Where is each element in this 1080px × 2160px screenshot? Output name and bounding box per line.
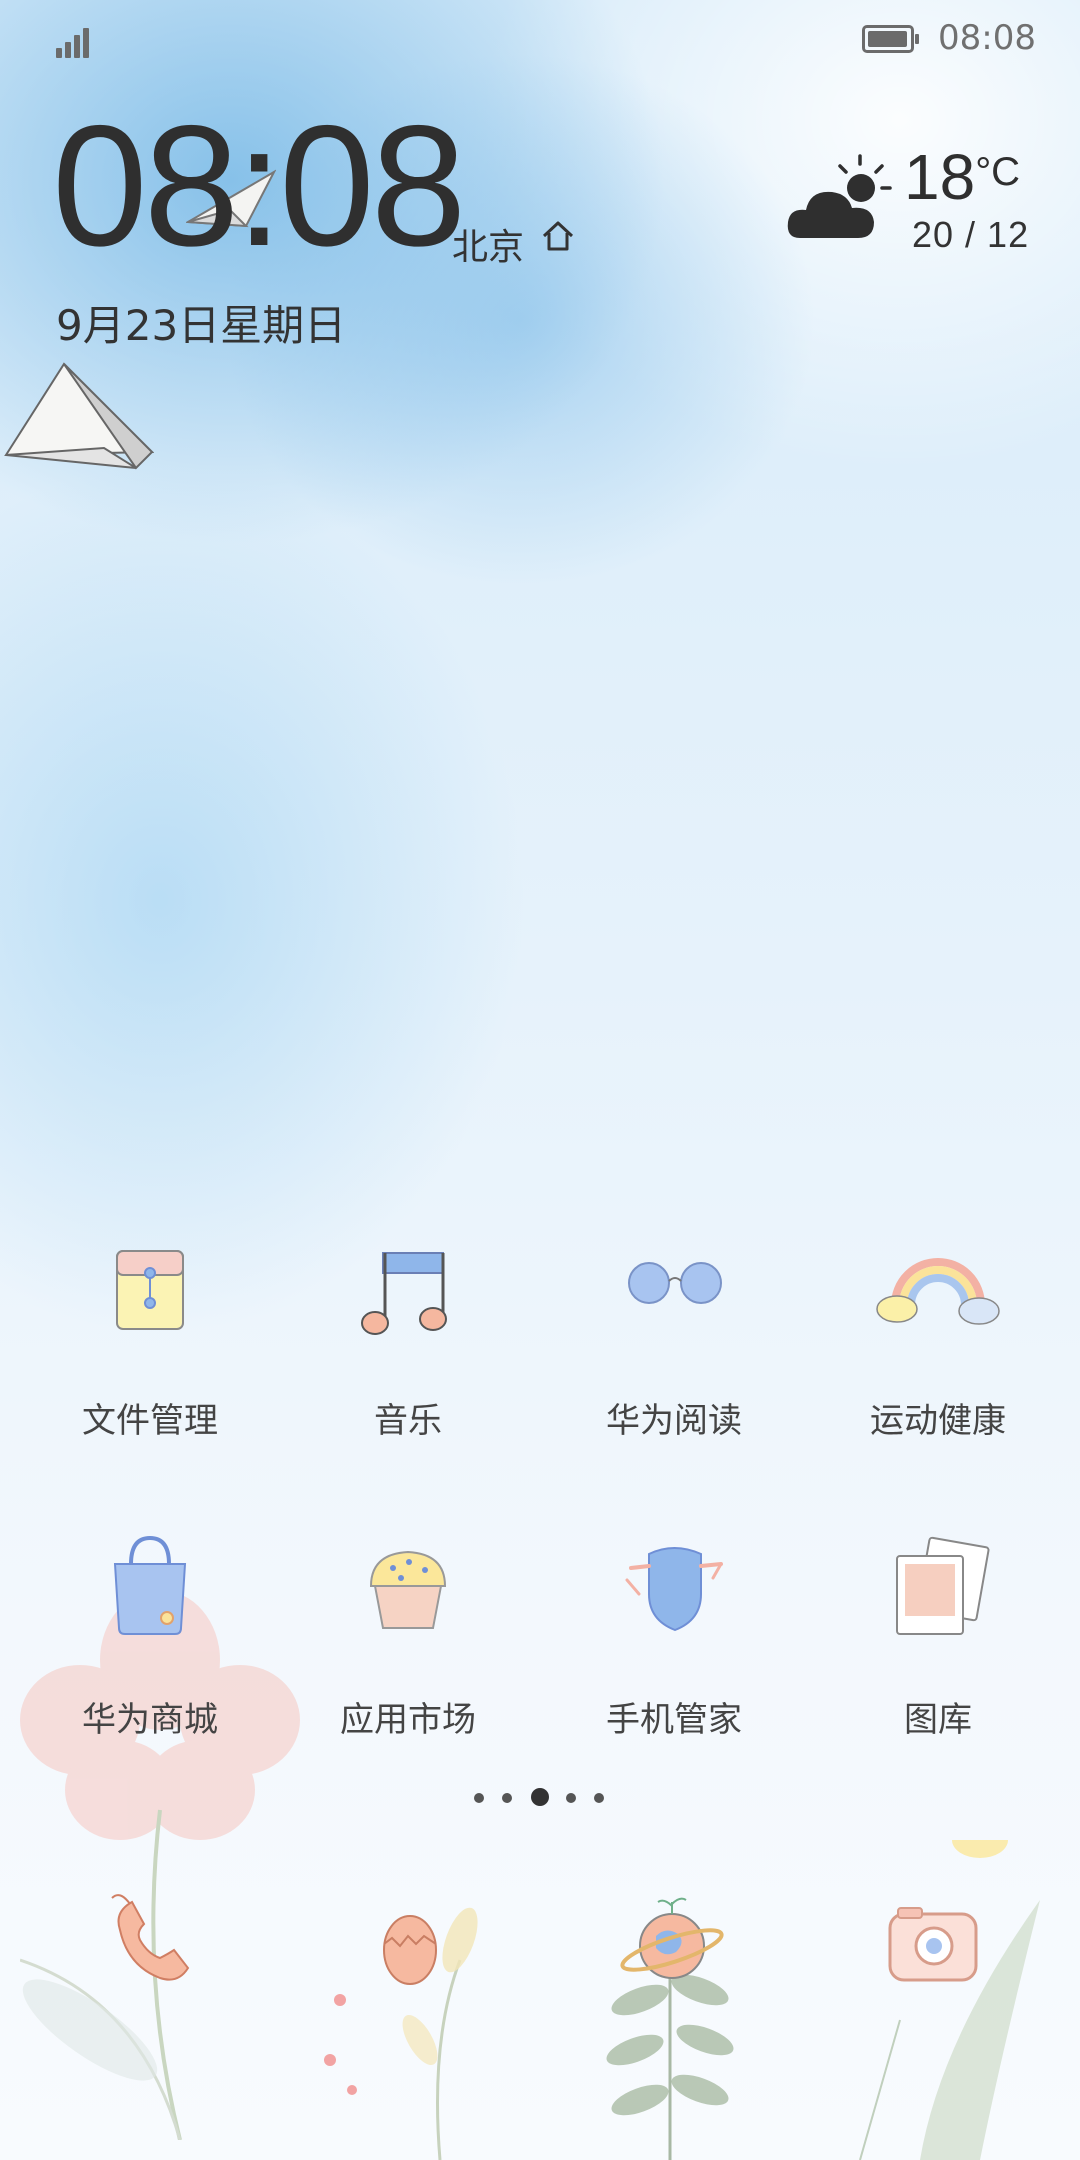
app-music[interactable]: 音乐: [298, 1225, 518, 1442]
phone-icon[interactable]: [90, 1880, 210, 2000]
status-bar: 08:08: [0, 0, 1080, 80]
app-app-market[interactable]: 应用市场: [298, 1524, 518, 1741]
page-indicator: [0, 1788, 1080, 1808]
page-dot[interactable]: [566, 1793, 576, 1803]
page-dot[interactable]: [594, 1793, 604, 1803]
app-huawei-store[interactable]: 华为商城: [40, 1524, 260, 1741]
app-label: 图库: [904, 1700, 972, 1740]
app-label: 音乐: [374, 1401, 442, 1441]
clock-time[interactable]: 08:08: [52, 100, 466, 272]
city-label[interactable]: 北京: [452, 218, 524, 270]
app-label: 运动健康: [870, 1401, 1006, 1441]
battery-icon: [862, 25, 919, 53]
page-dot[interactable]: [502, 1793, 512, 1803]
app-label: 手机管家: [606, 1700, 742, 1740]
app-health[interactable]: 运动健康: [828, 1225, 1048, 1442]
camera-icon[interactable]: [872, 1880, 992, 2000]
app-huawei-reading[interactable]: 华为阅读: [564, 1225, 784, 1442]
music-note-icon: [361, 1252, 447, 1335]
temperature[interactable]: 18°C: [904, 140, 1020, 214]
signal-icon: [56, 22, 96, 58]
app-phone-manager[interactable]: 手机管家: [564, 1524, 784, 1741]
app-label: 应用市场: [340, 1700, 476, 1740]
app-label: 华为商城: [82, 1700, 218, 1740]
glasses-icon: [628, 1262, 722, 1304]
app-gallery[interactable]: 图库: [828, 1524, 1048, 1741]
page-dot-current[interactable]: [531, 1788, 549, 1806]
shopping-bag-icon: [113, 1535, 187, 1635]
temperature-range: 20 / 12: [912, 214, 1030, 255]
rainbow-icon: [876, 1258, 1000, 1325]
paper-plane-icon: [4, 362, 154, 470]
date-label[interactable]: 9月23日星期日: [56, 292, 346, 353]
photos-icon: [896, 1536, 990, 1635]
cupcake-icon: [369, 1550, 447, 1629]
planet-icon[interactable]: [612, 1880, 732, 2000]
shield-icon: [625, 1547, 723, 1632]
app-label: 文件管理: [82, 1401, 218, 1441]
folder-icon: [116, 1250, 184, 1330]
home-icon: [542, 221, 574, 251]
partly-cloudy-icon[interactable]: [786, 150, 898, 250]
status-time: 08:08: [938, 18, 1036, 58]
app-label: 华为阅读: [606, 1401, 742, 1441]
app-file-manager[interactable]: 文件管理: [40, 1225, 260, 1442]
temperature-unit: °C: [975, 150, 1021, 194]
egg-icon[interactable]: [350, 1880, 470, 2000]
page-dot[interactable]: [474, 1793, 484, 1803]
